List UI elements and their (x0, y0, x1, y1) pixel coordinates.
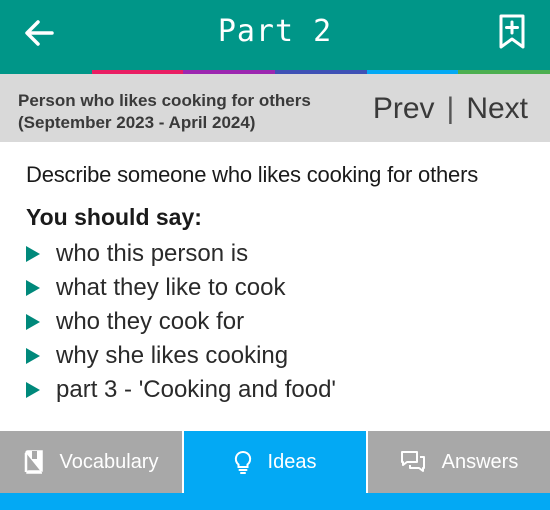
bottom-accent-bar (0, 493, 550, 510)
lightbulb-icon (234, 450, 251, 474)
list-item: who this person is (26, 237, 524, 271)
tab-label: Vocabulary (59, 450, 159, 473)
nav-separator: | (446, 92, 455, 125)
prev-button[interactable]: Prev (373, 92, 435, 126)
chat-bubbles-icon (400, 451, 425, 472)
triangle-bullet-icon (26, 280, 40, 296)
tab-label: Ideas (267, 450, 317, 473)
cue-points-list: who this person is what they like to coo… (26, 237, 524, 407)
book-icon (24, 450, 43, 474)
next-button[interactable]: Next (466, 92, 528, 126)
cue-card-heading: Describe someone who likes cooking for o… (26, 162, 479, 187)
you-should-say-label: You should say: (26, 204, 202, 230)
topic-date-range: (September 2023 - April 2024) (18, 113, 256, 132)
tab-ideas[interactable]: Ideas (184, 431, 368, 493)
list-item: who they cook for (26, 305, 524, 339)
topic-bar: Person who likes cooking for others (Sep… (0, 74, 550, 142)
triangle-bullet-icon (26, 314, 40, 330)
tab-vocabulary[interactable]: Vocabulary (0, 431, 184, 493)
topic-title: Person who likes cooking for others (Sep… (18, 90, 311, 134)
tab-label: Answers (441, 450, 519, 473)
cue-card: Describe someone who likes cooking for o… (0, 142, 550, 431)
topic-title-line: Person who likes cooking for others (18, 91, 311, 110)
list-item: what they like to cook (26, 271, 524, 305)
bottom-tab-bar: Vocabulary Ideas Answers (0, 431, 550, 493)
app-bar: Part 2 (0, 0, 550, 70)
topic-navigation: Prev | Next (373, 92, 528, 126)
triangle-bullet-icon (26, 382, 40, 398)
cue-point-text: who this person is (56, 240, 249, 267)
cue-point-text: who they cook for (56, 308, 245, 335)
list-item: part 3 - 'Cooking and food' (26, 373, 524, 407)
tab-answers[interactable]: Answers (368, 431, 550, 493)
page-title: Part 2 (217, 14, 333, 49)
triangle-bullet-icon (26, 246, 40, 262)
cue-point-text: part 3 - 'Cooking and food' (56, 376, 337, 403)
triangle-bullet-icon (26, 348, 40, 364)
bookmark-add-icon[interactable] (498, 14, 526, 50)
cue-point-text: why she likes cooking (56, 342, 289, 369)
list-item: why she likes cooking (26, 339, 524, 373)
cue-point-text: what they like to cook (56, 274, 286, 301)
